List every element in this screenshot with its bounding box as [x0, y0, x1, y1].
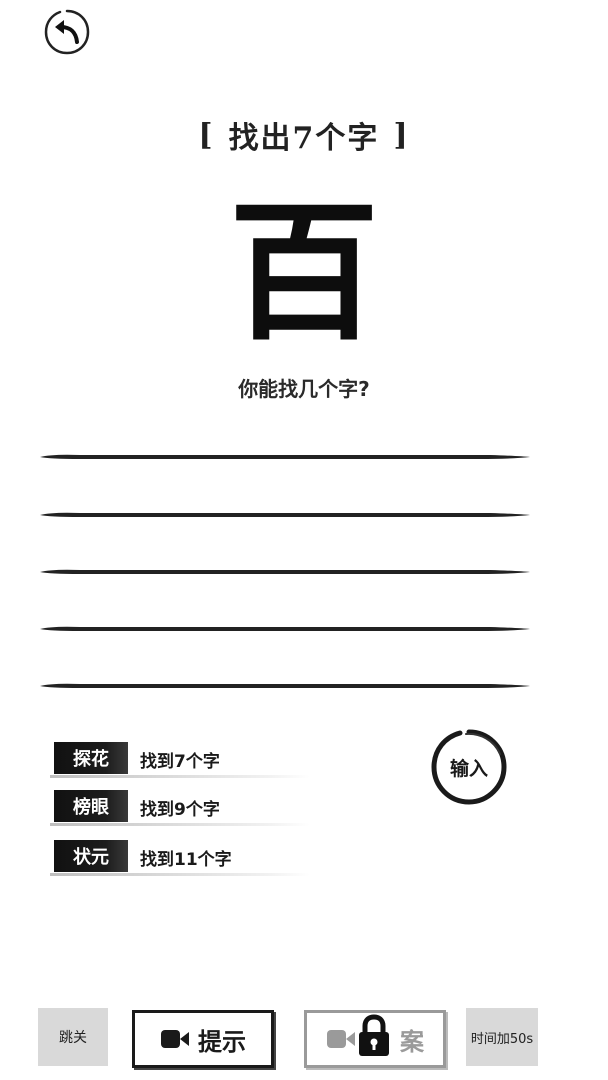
title-text: 找出7个字 — [228, 121, 380, 156]
answer-line-3 — [40, 561, 530, 574]
rank-badge: 榜眼 — [54, 790, 128, 822]
video-camera-icon — [327, 1030, 355, 1048]
rank-badge: 探花 — [54, 742, 128, 774]
puzzle-question: 你能找几个字? — [238, 376, 370, 401]
rank-row-zhuangyuan: 状元 找到11个字 — [50, 836, 310, 876]
back-arrow-icon — [44, 9, 90, 55]
skip-level-label: 跳关 — [59, 1030, 87, 1046]
rank-requirement: 找到9个字 — [140, 799, 220, 820]
rank-requirement: 找到11个字 — [140, 849, 232, 870]
rank-row-tanhua: 探花 找到7个字 — [50, 738, 310, 778]
input-button-label: 输入 — [449, 757, 488, 780]
answer-line-1 — [40, 446, 530, 459]
hint-button[interactable]: 提示 — [132, 1010, 274, 1068]
hint-button-label: 提示 — [198, 1027, 246, 1056]
rank-underline — [50, 823, 310, 826]
skip-level-button[interactable]: 跳关 — [38, 1008, 108, 1066]
answer-button-label: 案 — [400, 1027, 424, 1056]
puzzle-character: 百 — [228, 184, 379, 361]
add-time-label: 时间加50s — [470, 1031, 534, 1047]
input-button[interactable]: 输入 — [430, 728, 508, 806]
add-time-button[interactable]: 时间加50s — [466, 1008, 538, 1066]
rank-requirement: 找到7个字 — [140, 751, 220, 772]
back-button[interactable] — [43, 8, 91, 56]
video-camera-icon — [161, 1030, 189, 1048]
title-bracket-left: [ — [198, 117, 215, 153]
answer-line-4 — [40, 618, 530, 631]
answer-line-2 — [40, 504, 530, 517]
answer-line-5 — [40, 675, 530, 688]
rank-row-bangyan: 榜眼 找到9个字 — [50, 786, 310, 826]
rank-underline — [50, 873, 310, 876]
rank-badge: 状元 — [54, 840, 128, 872]
lock-icon — [356, 1014, 392, 1058]
title-bracket-right: ] — [393, 117, 410, 153]
rank-underline — [50, 775, 310, 778]
